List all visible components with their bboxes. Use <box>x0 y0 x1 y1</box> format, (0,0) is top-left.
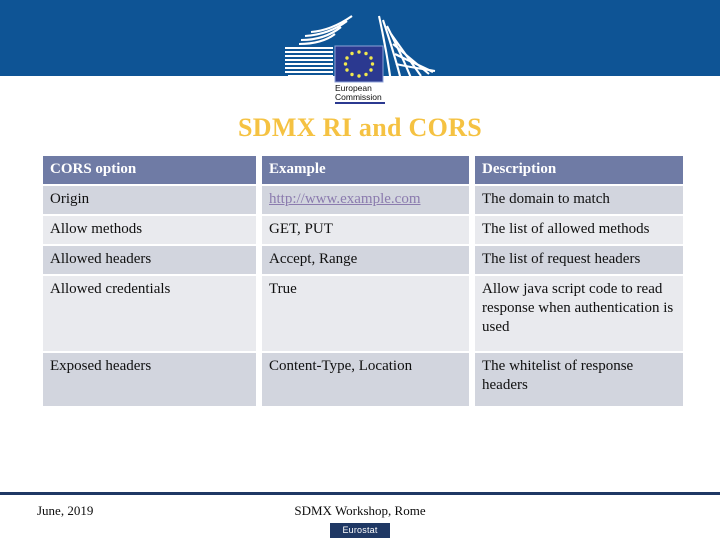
cell-example: http://www.example.com <box>262 186 469 214</box>
table-row: Allowed headers Accept, Range The list o… <box>43 246 683 274</box>
cell-example: GET, PUT <box>262 216 469 244</box>
cell-example: Accept, Range <box>262 246 469 274</box>
eu-flag-icon: European Commission <box>285 15 436 104</box>
table-row: Exposed headers Content-Type, Location T… <box>43 353 683 406</box>
page-title: SDMX RI and CORS <box>238 113 482 142</box>
european-commission-logo: European Commission <box>0 12 720 104</box>
cell-example: Content-Type, Location <box>262 353 469 406</box>
cell-description: The list of allowed methods <box>475 216 683 244</box>
column-header-cors-option: CORS option <box>43 156 256 184</box>
cell-cors-option: Allow methods <box>43 216 256 244</box>
cell-description: Allow java script code to read response … <box>475 276 683 351</box>
cors-options-table: CORS option Example Description Origin h… <box>37 154 689 408</box>
eurostat-badge: Eurostat <box>330 523 390 538</box>
table-row: Allow methods GET, PUT The list of allow… <box>43 216 683 244</box>
cell-cors-option: Allowed credentials <box>43 276 256 351</box>
table-row: Origin http://www.example.com The domain… <box>43 186 683 214</box>
cell-description: The whitelist of response headers <box>475 353 683 406</box>
cell-description: The list of request headers <box>475 246 683 274</box>
cell-cors-option: Origin <box>43 186 256 214</box>
cell-example: True <box>262 276 469 351</box>
cell-description: The domain to match <box>475 186 683 214</box>
cell-cors-option: Allowed headers <box>43 246 256 274</box>
logo-line-2: Commission <box>335 92 382 102</box>
footer-event: SDMX Workshop, Rome <box>294 503 426 518</box>
table-header-row: CORS option Example Description <box>43 156 683 184</box>
column-header-description: Description <box>475 156 683 184</box>
column-header-example: Example <box>262 156 469 184</box>
table-row: Allowed credentials True Allow java scri… <box>43 276 683 351</box>
footer-divider <box>0 492 720 495</box>
example-link[interactable]: http://www.example.com <box>269 191 421 207</box>
cell-cors-option: Exposed headers <box>43 353 256 406</box>
